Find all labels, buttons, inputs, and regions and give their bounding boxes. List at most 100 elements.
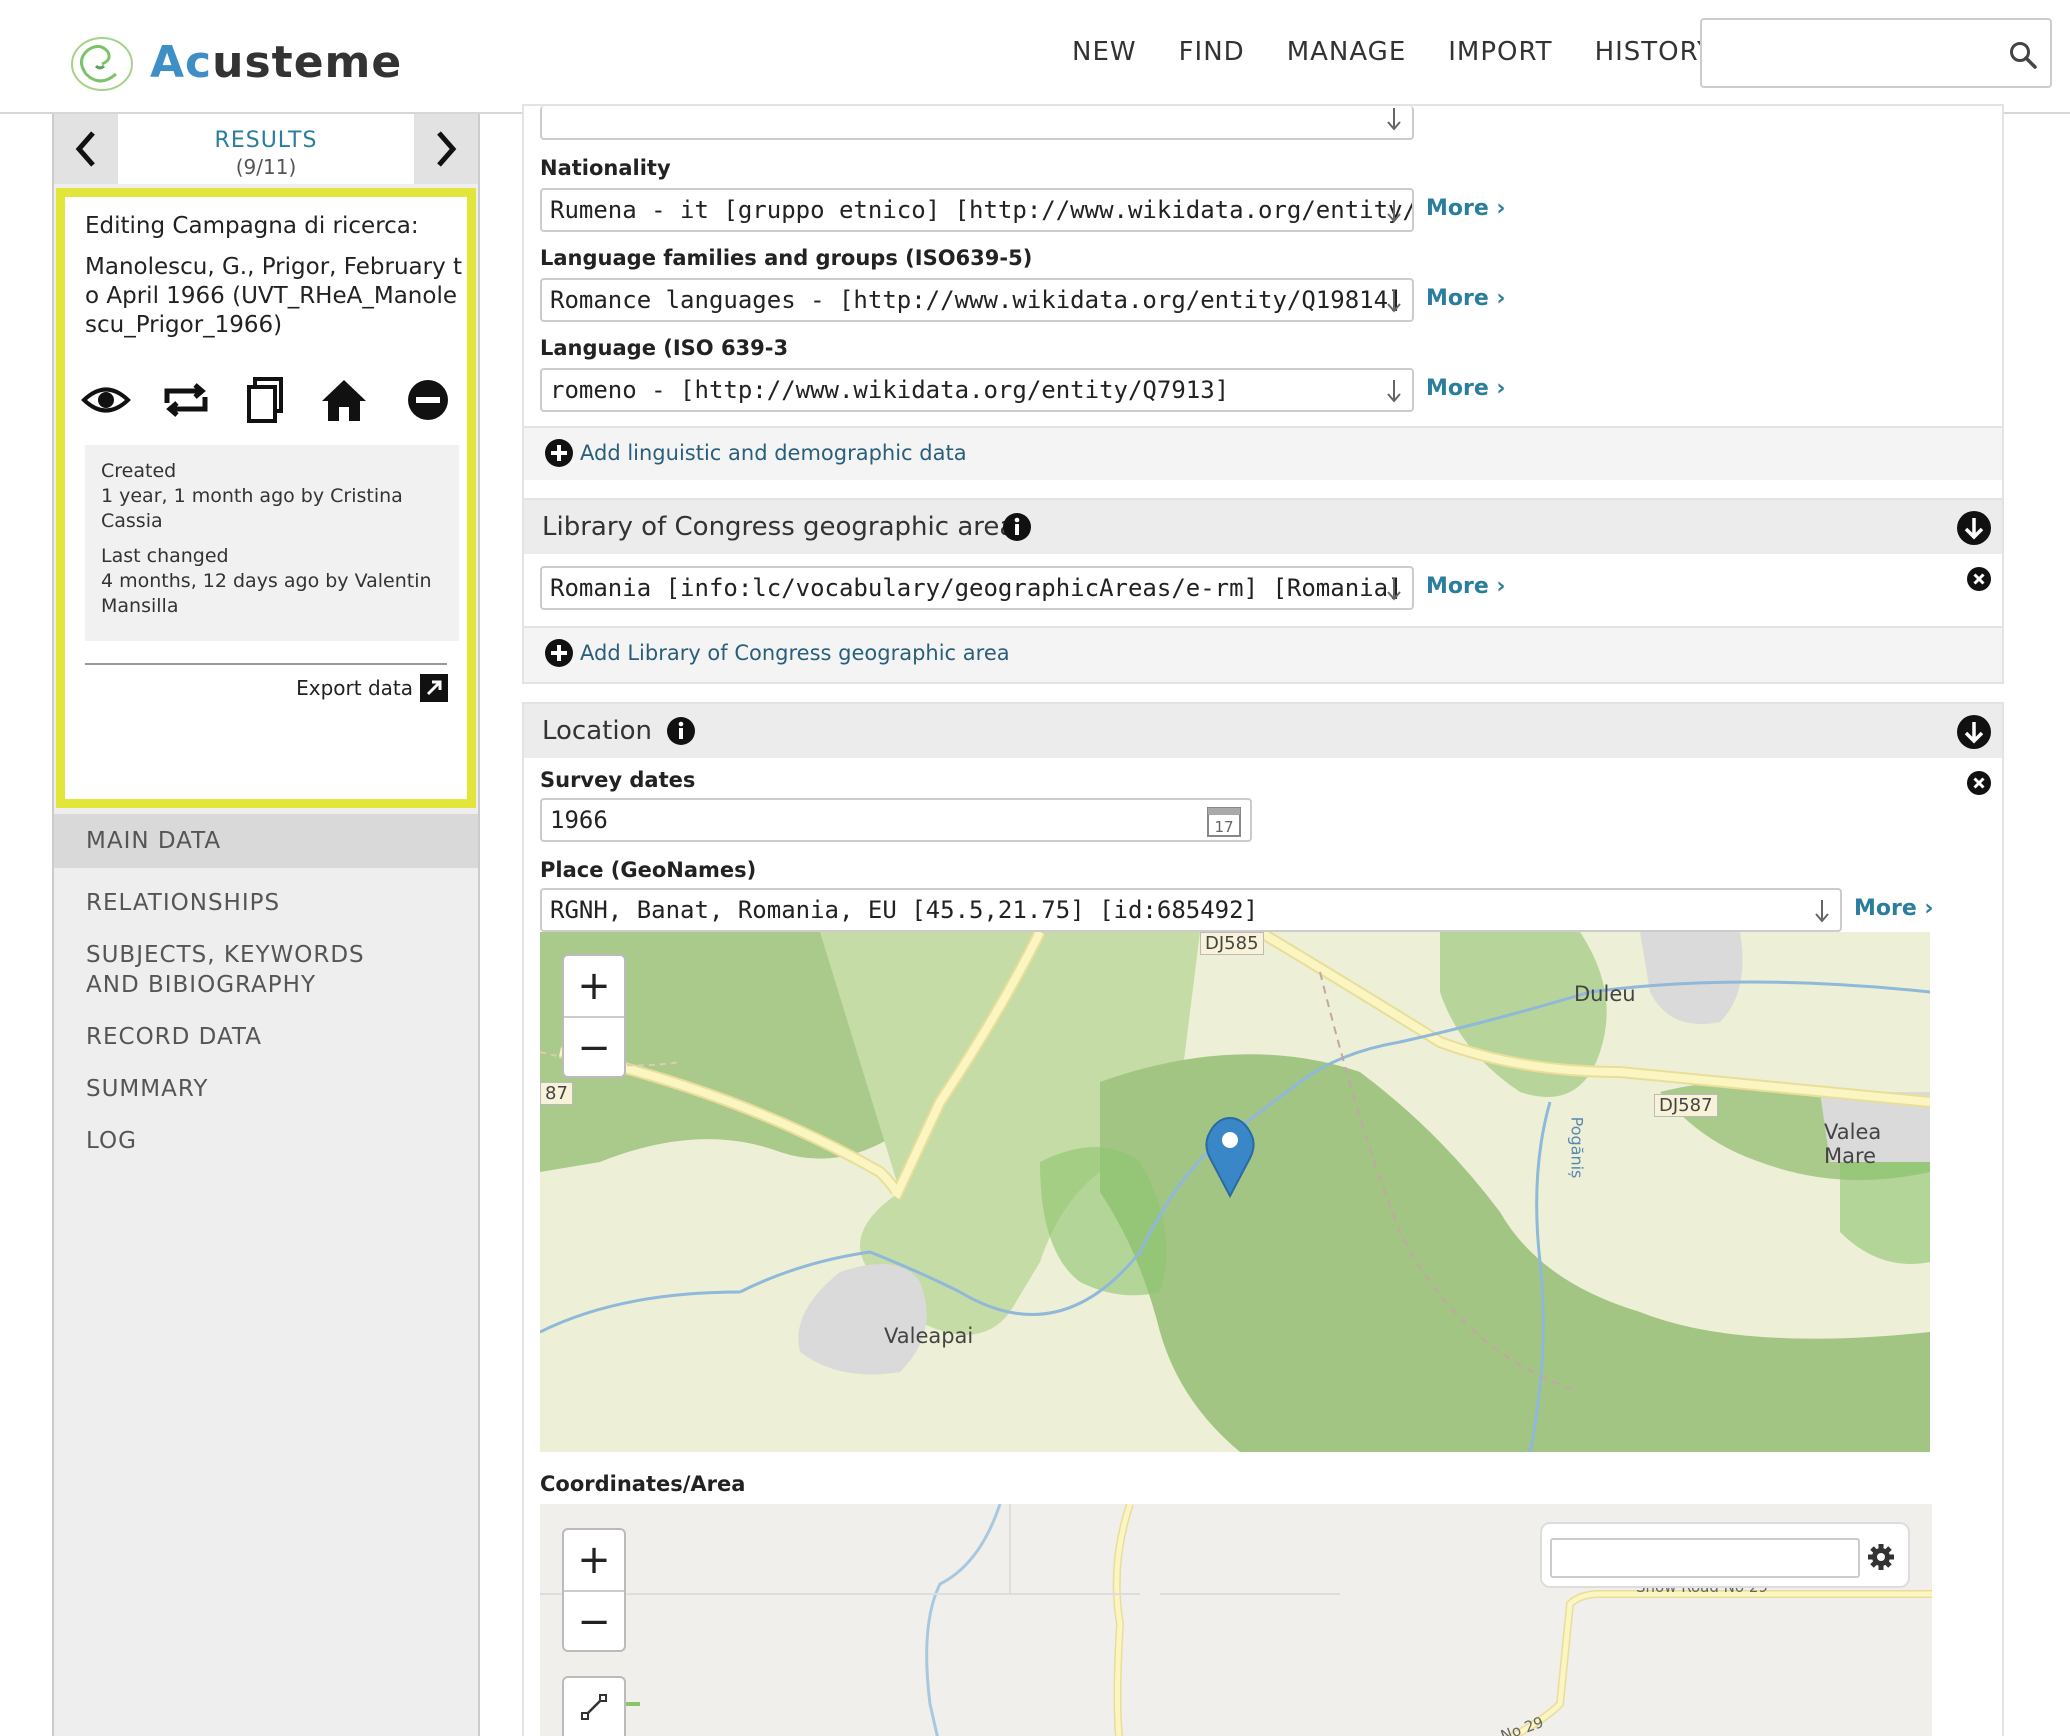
last-changed-value: 4 months, 12 days ago by Valentin Mansil… — [101, 570, 432, 617]
map-search-input[interactable] — [1550, 1538, 1860, 1578]
map-label-valea-mare: Valea Mare — [1824, 1120, 1882, 1168]
logo-text: Acusteme — [150, 36, 403, 88]
gear-icon[interactable] — [1866, 1542, 1896, 1572]
collapse-arrow-icon[interactable] — [1956, 714, 1992, 750]
dropdown-arrow-icon — [1387, 380, 1401, 403]
view-icon[interactable] — [81, 375, 131, 425]
nationality-label: Nationality — [540, 156, 671, 180]
nav-manage[interactable]: MANAGE — [1287, 34, 1407, 70]
app-logo[interactable]: Acusteme — [66, 30, 402, 94]
language-families-label: Language families and groups (ISO639-5) — [540, 246, 1033, 270]
chevron-left-icon — [75, 131, 95, 167]
sync-icon[interactable] — [161, 375, 211, 425]
add-circle-icon — [545, 639, 573, 667]
language-select[interactable]: romeno - [http://www.wikidata.org/entity… — [540, 368, 1414, 412]
remove-icon[interactable] — [403, 375, 453, 425]
menu-main-data[interactable]: MAIN DATA — [54, 814, 478, 868]
menu-record-data[interactable]: RECORD DATA — [54, 1022, 478, 1052]
language-value: romeno - [http://www.wikidata.org/entity… — [550, 376, 1230, 404]
results-title: RESULTS — [214, 128, 318, 153]
draw-line-icon[interactable] — [579, 1692, 609, 1722]
side-menu: MAIN DATA RELATIONSHIPS SUBJECTS, KEYWOR… — [54, 814, 478, 1156]
zoom-out-button[interactable]: − — [564, 1016, 624, 1076]
place-select[interactable]: RGNH, Banat, Romania, EU [45.5,21.75] [i… — [540, 888, 1842, 932]
record-title: Manolescu, G., Prigor, February to April… — [85, 254, 463, 338]
coordinates-label: Coordinates/Area — [540, 1472, 746, 1496]
results-counter[interactable]: RESULTS (9/11) — [118, 114, 414, 184]
dropdown-arrow-icon — [1815, 900, 1829, 923]
place-label: Place (GeoNames) — [540, 858, 757, 882]
previous-select-field[interactable] — [540, 106, 1414, 140]
editing-label: Editing Campagna di ricerca: — [85, 213, 419, 239]
sidebar: RESULTS (9/11) Editing Campagna di ricer… — [52, 114, 480, 1736]
survey-dates-input[interactable]: 1966 17 — [540, 798, 1252, 842]
zoom-in-button[interactable]: + — [564, 956, 624, 1016]
coordinates-map-zoom: + − — [562, 1528, 626, 1652]
divider — [85, 663, 447, 665]
nationality-select[interactable]: Rumena - it [gruppo etnico] [http://www.… — [540, 188, 1414, 232]
swirl-logo-icon — [71, 37, 133, 91]
export-data-link[interactable]: Export data — [296, 673, 449, 703]
remove-field-icon[interactable] — [1966, 566, 1992, 592]
zoom-out-button[interactable]: − — [564, 1590, 624, 1650]
created-label: Created — [101, 460, 177, 482]
menu-log[interactable]: LOG — [54, 1126, 478, 1156]
road-label-dj585: DJ585 — [1200, 932, 1264, 955]
draw-tool-control — [562, 1676, 626, 1736]
dropdown-arrow-icon — [1387, 578, 1401, 601]
coordinates-map[interactable]: Snow Road No 29 No 29 + − — [540, 1504, 1932, 1736]
language-families-more-link[interactable]: More › — [1426, 286, 1506, 311]
app-header: Acusteme NEW FIND MANAGE IMPORT HISTORY — [0, 0, 2070, 114]
copy-icon[interactable] — [241, 375, 291, 425]
nav-history[interactable]: HISTORY — [1595, 34, 1714, 70]
home-icon[interactable] — [319, 375, 369, 425]
next-result-button[interactable] — [414, 114, 478, 184]
nav-import[interactable]: IMPORT — [1448, 34, 1552, 70]
menu-subjects-keywords[interactable]: SUBJECTS, KEYWORDS AND BIBIOGRAPHY — [54, 940, 434, 1000]
last-changed-label: Last changed — [101, 545, 229, 567]
info-icon[interactable] — [666, 716, 696, 746]
add-linguistic-link[interactable]: Add linguistic and demographic data — [544, 438, 967, 468]
menu-summary[interactable]: SUMMARY — [54, 1074, 478, 1104]
results-navigator: RESULTS (9/11) — [54, 114, 478, 184]
loc-geographic-select[interactable]: Romania [info:lc/vocabulary/geographicAr… — [540, 566, 1414, 610]
language-families-value: Romance languages - [http://www.wikidata… — [550, 286, 1403, 314]
nav-new[interactable]: NEW — [1072, 34, 1137, 70]
place-map-zoom: + − — [562, 954, 626, 1078]
info-icon[interactable] — [1002, 512, 1032, 542]
record-actions — [81, 375, 461, 425]
main-nav: NEW FIND MANAGE IMPORT HISTORY — [1072, 34, 1756, 70]
loc-section-title: Library of Congress geographic area — [542, 512, 1016, 542]
place-map[interactable]: Duleu Valea Mare Valeapai Pogăniș DJ585 … — [540, 932, 1930, 1452]
map-search-control — [1540, 1522, 1910, 1588]
survey-dates-label: Survey dates — [540, 768, 696, 792]
menu-relationships[interactable]: RELATIONSHIPS — [54, 888, 478, 918]
language-families-select[interactable]: Romance languages - [http://www.wikidata… — [540, 278, 1414, 322]
add-linguistic-row: Add linguistic and demographic data — [524, 426, 2002, 480]
chevron-right-icon — [437, 131, 457, 167]
previous-result-button[interactable] — [54, 114, 118, 184]
search-input[interactable] — [1700, 18, 2052, 88]
nationality-more-link[interactable]: More › — [1426, 196, 1506, 221]
location-marker-icon[interactable] — [1204, 1116, 1256, 1198]
record-edit-panel: Editing Campagna di ricerca: Manolescu, … — [56, 188, 476, 808]
nav-find[interactable]: FIND — [1179, 34, 1245, 70]
survey-dates-value: 1966 — [550, 806, 608, 834]
dropdown-arrow-icon — [1387, 108, 1401, 131]
add-linguistic-label: Add linguistic and demographic data — [580, 441, 967, 465]
map-label-poganis: Pogăniș — [1567, 1116, 1587, 1179]
loc-section-header: Library of Congress geographic area — [524, 500, 2002, 554]
map-label-duleu: Duleu — [1574, 982, 1636, 1006]
record-metadata: Created 1 year, 1 month ago by Cristina … — [85, 445, 459, 641]
search-icon[interactable] — [2008, 40, 2038, 70]
language-more-link[interactable]: More › — [1426, 376, 1506, 401]
add-loc-link[interactable]: Add Library of Congress geographic area — [544, 638, 1010, 668]
calendar-icon[interactable]: 17 — [1206, 804, 1242, 838]
svg-text:17: 17 — [1214, 818, 1233, 836]
loc-more-link[interactable]: More › — [1426, 574, 1506, 599]
place-more-link[interactable]: More › — [1854, 896, 1934, 921]
collapse-arrow-icon[interactable] — [1956, 510, 1992, 546]
zoom-in-button[interactable]: + — [564, 1530, 624, 1590]
remove-field-icon[interactable] — [1966, 770, 1992, 796]
add-loc-label: Add Library of Congress geographic area — [580, 641, 1010, 665]
